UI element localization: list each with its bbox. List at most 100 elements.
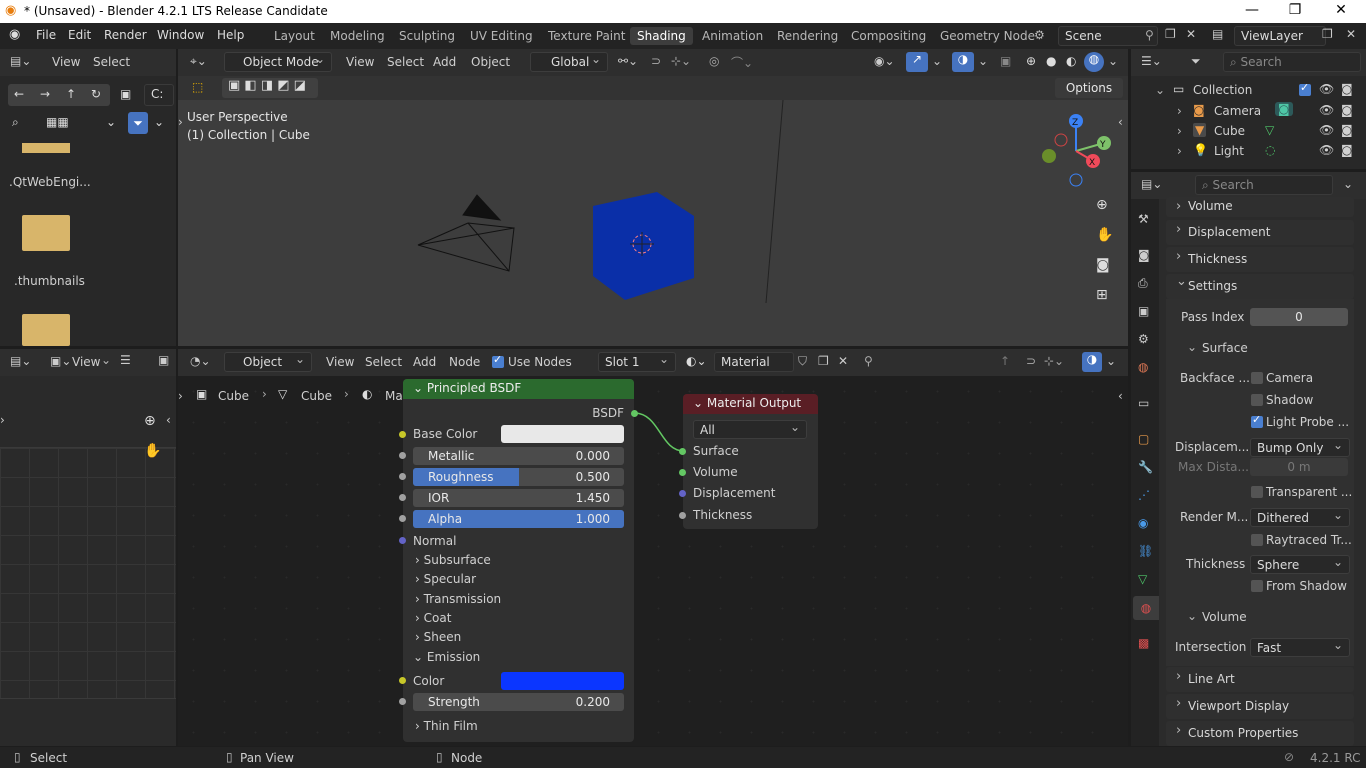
surface-subsection[interactable]: Surface	[1202, 341, 1248, 355]
pin-icon[interactable]: ⚲	[1145, 28, 1154, 42]
refresh-icon[interactable]: ↻	[91, 87, 101, 101]
camera-view-icon[interactable]: ◙	[1096, 257, 1110, 273]
sheen-panel[interactable]: › Sheen	[415, 630, 461, 644]
navigation-gizmo[interactable]: Z Y X	[1038, 111, 1118, 191]
section-displacement[interactable]: Displacement	[1166, 220, 1354, 245]
delete-viewlayer-icon[interactable]: ✕	[1346, 27, 1356, 41]
world-tab-icon[interactable]: ◍	[1138, 360, 1148, 374]
minimize-icon[interactable]: —	[1229, 2, 1275, 18]
transmission-panel[interactable]: › Transmission	[415, 592, 501, 606]
properties-options-icon[interactable]: ⌄	[1343, 177, 1353, 191]
tab-compositing[interactable]: Compositing	[844, 27, 933, 45]
use-nodes-checkbox[interactable]	[492, 353, 504, 368]
collection-checkbox[interactable]	[1299, 81, 1311, 96]
material-tab-button[interactable]: ◍	[1133, 596, 1159, 620]
material-name-field[interactable]: Material	[714, 352, 794, 372]
pan-icon[interactable]: ✋	[1096, 227, 1113, 243]
image-mode-icon[interactable]: ▣⌄	[50, 354, 71, 368]
collection-expand-icon[interactable]: ⌄	[1155, 83, 1165, 97]
new-viewlayer-icon[interactable]: ❐	[1322, 27, 1333, 41]
scene-icon[interactable]: ⚙	[1034, 28, 1045, 42]
editor-type-icon[interactable]: ⌖⌄	[190, 54, 207, 69]
alpha-socket[interactable]	[399, 515, 406, 522]
gizmo-dropdown-icon[interactable]: ⌄	[932, 54, 942, 68]
bsdf-node-header[interactable]: ⌄ Principled BSDF	[403, 379, 634, 399]
overlay-toggle-button[interactable]: ◑	[1082, 352, 1102, 372]
snap-target-icon[interactable]: ⊹⌄	[671, 54, 691, 68]
tool-tab-icon[interactable]: ⚒	[1138, 212, 1149, 226]
coat-panel[interactable]: › Coat	[415, 611, 451, 625]
volume-input-socket[interactable]	[679, 469, 686, 476]
roughness-socket[interactable]	[399, 473, 406, 480]
data-tab-icon[interactable]: ▽	[1138, 572, 1147, 586]
raytraced-checkbox[interactable]	[1251, 534, 1263, 546]
toolbar-toggle-icon[interactable]: ›	[0, 413, 5, 427]
sidebar-toggle-icon[interactable]: ‹	[1118, 389, 1123, 403]
expand-icon[interactable]: ›	[1177, 144, 1182, 158]
path-field[interactable]: C:	[144, 84, 174, 106]
outliner-item-camera[interactable]: Camera	[1214, 104, 1261, 118]
displacement-input-socket[interactable]	[679, 490, 686, 497]
view-layer-tab-icon[interactable]: ▣	[1138, 304, 1149, 318]
slot-dropdown[interactable]: Slot 1	[598, 352, 676, 372]
viewlayer-field[interactable]: ViewLayer	[1234, 26, 1326, 46]
menu-render[interactable]: Render	[104, 28, 147, 42]
displacement-method-dropdown[interactable]: Bump Only	[1250, 438, 1350, 457]
sidebar-toggle-icon[interactable]: ‹	[166, 413, 171, 427]
section-settings[interactable]: Settings	[1166, 274, 1354, 299]
tweak-tool-icon[interactable]: ⬚	[192, 80, 203, 94]
solid-shading-icon[interactable]: ●	[1046, 54, 1056, 68]
pan-icon[interactable]: ✋	[144, 443, 161, 459]
scene-svg[interactable]	[178, 100, 1128, 346]
maximize-icon[interactable]: ❐	[1272, 2, 1318, 18]
ne-add-menu[interactable]: Add	[413, 355, 436, 369]
display-mode-icon[interactable]: ▦▦	[46, 115, 69, 129]
emission-color-socket[interactable]	[399, 677, 406, 684]
cube-object[interactable]	[593, 192, 694, 300]
unlink-material-icon[interactable]: ✕	[838, 354, 848, 368]
surface-expand-icon[interactable]: ⌄	[1187, 340, 1197, 354]
menu-icon[interactable]: ☰	[120, 353, 131, 367]
transparent-checkbox[interactable]	[1251, 486, 1263, 498]
parent-dir-icon[interactable]: ↑	[66, 87, 76, 101]
overlay-dropdown-icon[interactable]: ⌄	[978, 54, 988, 68]
xray-icon[interactable]: ▣	[1000, 54, 1011, 68]
camera-checkbox[interactable]	[1251, 372, 1263, 384]
zoom-icon[interactable]: ⊕	[144, 413, 156, 429]
metallic-slider[interactable]: Metallic 0.000	[413, 447, 624, 465]
bsdf-output-socket[interactable]	[631, 410, 638, 417]
physics-tab-icon[interactable]: ◉	[1138, 516, 1148, 530]
eye-icon[interactable]: 👁	[1319, 82, 1334, 96]
mode-dropdown[interactable]: Object Mode	[224, 52, 332, 72]
breadcrumb-object[interactable]: Cube	[218, 389, 249, 403]
image-browse-icon[interactable]: ▣	[158, 353, 169, 367]
lightprobe-checkbox[interactable]	[1251, 413, 1263, 428]
toolbar-toggle-icon[interactable]: ›	[178, 389, 183, 403]
material-shading-icon[interactable]: ◐	[1066, 54, 1076, 68]
tab-sculpting[interactable]: Sculpting	[392, 27, 462, 45]
section-custom-properties[interactable]: Custom Properties	[1166, 721, 1354, 746]
ior-slider[interactable]: IOR 1.450	[413, 489, 624, 507]
vp-object-menu[interactable]: Object	[471, 55, 510, 69]
eye-icon[interactable]: 👁	[1319, 123, 1334, 137]
pivot-icon[interactable]: ⚯⌄	[618, 54, 638, 68]
menu-edit[interactable]: Edit	[68, 28, 91, 42]
collection-tab-icon[interactable]: ▭	[1138, 396, 1149, 410]
new-scene-icon[interactable]: ❐	[1165, 27, 1176, 41]
search-icon[interactable]: ⌕	[12, 115, 19, 130]
render-method-dropdown[interactable]: Dithered	[1250, 508, 1350, 527]
editor-type-icon[interactable]: ▤⌄	[10, 54, 31, 68]
menu-help[interactable]: Help	[217, 28, 244, 42]
snap-icon[interactable]: ⊃	[1026, 354, 1036, 368]
texture-tab-icon[interactable]: ▩	[1138, 636, 1149, 650]
object-tab-icon[interactable]: ▢	[1138, 432, 1149, 446]
expand-icon[interactable]: ›	[1177, 104, 1182, 118]
snap-target-icon[interactable]: ⊹⌄	[1044, 354, 1064, 368]
fb-view-menu[interactable]: View	[52, 55, 80, 69]
editor-type-icon[interactable]: ▤⌄	[1141, 177, 1162, 191]
emission-color-swatch[interactable]	[501, 672, 624, 690]
roughness-slider[interactable]: Roughness 0.500	[413, 468, 624, 486]
scene-field[interactable]: Scene	[1058, 26, 1158, 46]
ior-socket[interactable]	[399, 494, 406, 501]
output-tab-icon[interactable]: ⎙	[1138, 276, 1148, 291]
